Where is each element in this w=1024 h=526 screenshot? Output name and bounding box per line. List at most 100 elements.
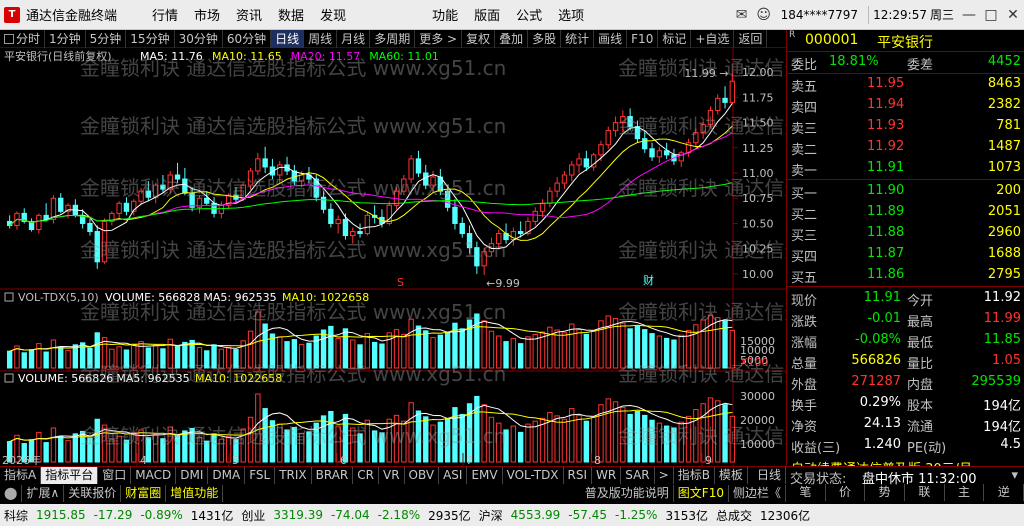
volume-bar xyxy=(649,419,655,463)
indicator-tab-15[interactable]: RSI xyxy=(564,467,593,484)
index-name[interactable]: 创业 xyxy=(237,507,269,524)
indicator-tab-9[interactable]: CR xyxy=(353,467,379,484)
ask-row[interactable]: 卖四 11.94 2382 xyxy=(787,95,1024,116)
indicator-tab-1[interactable]: 指标平台 xyxy=(41,467,99,484)
quick-button-3[interactable]: 联 xyxy=(905,484,945,501)
volume-bar xyxy=(510,337,517,369)
indicator-tab-12[interactable]: ASI xyxy=(439,467,468,484)
chart-canvas[interactable]: 12.00 11.75 11.50 11.25 11.00 10.75 10.50 10.25… xyxy=(0,48,786,466)
mail-icon[interactable]: ✉ xyxy=(731,7,753,23)
volume-bar xyxy=(43,442,49,463)
quick-button-2[interactable]: 势 xyxy=(865,484,906,501)
ext-tab-0[interactable]: 扩展∧ xyxy=(22,484,65,502)
indicator-tab-20[interactable]: 模板 xyxy=(715,467,748,484)
candle xyxy=(729,80,736,103)
toolbar-button-11[interactable]: 复权 xyxy=(462,29,496,48)
bid-row[interactable]: 买三 11.88 2960 xyxy=(787,223,1024,244)
quick-button-1[interactable]: 价 xyxy=(826,484,866,501)
bid-row[interactable]: 买一 11.90 200 xyxy=(787,181,1024,202)
menu-xuanxiang[interactable]: 选项 xyxy=(550,5,592,24)
stat-row: 总量 566826 量比 1.05 xyxy=(787,351,1024,372)
menu-gongshi[interactable]: 公式 xyxy=(508,5,550,24)
menu-shichang[interactable]: 市场 xyxy=(186,5,228,24)
indicator-tab-2[interactable]: 窗口 xyxy=(98,467,132,484)
quick-button-0[interactable]: 笔 xyxy=(786,484,826,501)
close-icon[interactable]: ✕ xyxy=(1002,7,1024,23)
stock-code: 000001 xyxy=(805,32,859,48)
stat-label: 涨跌 xyxy=(791,315,818,330)
toolbar-button-9[interactable]: 多周期 xyxy=(370,29,416,48)
toolbar-button-0[interactable]: 分时 xyxy=(0,29,46,48)
candle xyxy=(415,158,422,174)
toolbar-button-10[interactable]: 更多 > xyxy=(415,29,463,48)
indicator-tab-16[interactable]: WR xyxy=(592,467,622,484)
quick-button-4[interactable]: 主 xyxy=(945,484,985,501)
menu-banmian[interactable]: 版面 xyxy=(466,5,508,24)
index-value: 4553.99 xyxy=(510,508,561,522)
toolbar-button-12[interactable]: 叠加 xyxy=(495,29,529,48)
volume-bar xyxy=(123,349,130,369)
toolbar-button-14[interactable]: 统计 xyxy=(561,29,595,48)
ask-row[interactable]: 卖五 11.95 8463 xyxy=(787,74,1024,95)
toolbar-button-6[interactable]: 日线 xyxy=(271,29,305,48)
toolbar-button-19[interactable]: 返回 xyxy=(734,29,768,48)
indicator-tab-8[interactable]: BRAR xyxy=(312,467,354,484)
bid-row[interactable]: 买四 11.87 1688 xyxy=(787,244,1024,265)
toolbar-button-3[interactable]: 15分钟 xyxy=(126,29,175,48)
ask-row[interactable]: 卖三 11.93 781 xyxy=(787,116,1024,137)
toolbar-button-2[interactable]: 5分钟 xyxy=(86,29,127,48)
user-icon[interactable]: ☺ xyxy=(753,7,775,23)
toolbar-button-1[interactable]: 1分钟 xyxy=(45,29,86,48)
ext-right-link-2[interactable]: 侧边栏《 xyxy=(729,484,786,502)
indicator-tab-13[interactable]: EMV xyxy=(467,467,503,484)
toolbar-button-13[interactable]: 多股 xyxy=(528,29,562,48)
stat-value: 566826 xyxy=(851,353,901,368)
toolbar-button-15[interactable]: 画线 xyxy=(594,29,628,48)
candle xyxy=(320,196,327,210)
bid-row[interactable]: 买五 11.86 2795 xyxy=(787,265,1024,286)
toolbar-button-7[interactable]: 周线 xyxy=(304,29,338,48)
ext-right-link-1[interactable]: 图文F10 xyxy=(674,484,729,502)
menu-hangqing[interactable]: 行情 xyxy=(144,5,186,24)
toolbar-button-16[interactable]: F10 xyxy=(627,29,659,48)
ask-row[interactable]: 卖一 11.91 1073 xyxy=(787,158,1024,179)
bid-row[interactable]: 买二 11.89 2051 xyxy=(787,202,1024,223)
index-name[interactable]: 科综 xyxy=(0,507,32,524)
toolbar-button-18[interactable]: +自选 xyxy=(691,29,735,48)
indicator-tab-6[interactable]: FSL xyxy=(245,467,276,484)
kline-chart[interactable]: 12.00 11.75 11.50 11.25 11.00 10.75 10.50 10.25… xyxy=(0,48,1024,466)
quick-button-5[interactable]: 逆 xyxy=(984,484,1024,501)
menu-shuju[interactable]: 数据 xyxy=(270,5,312,24)
indicator-tab-17[interactable]: SAR xyxy=(621,467,655,484)
indicator-tab-11[interactable]: OBV xyxy=(405,467,440,484)
volume-bar xyxy=(488,416,495,463)
toolbar-button-17[interactable]: 标记 xyxy=(658,29,692,48)
ext-right-link-0[interactable]: 普及版功能说明 xyxy=(581,484,674,502)
menu-gongneng[interactable]: 功能 xyxy=(424,5,466,24)
indicator-tab-4[interactable]: DMI xyxy=(176,467,209,484)
indicator-tab-0[interactable]: 指标A xyxy=(0,467,42,484)
indicator-tab-10[interactable]: VR xyxy=(379,467,405,484)
indicator-tab-18[interactable]: > xyxy=(655,467,674,484)
menu-zixun[interactable]: 资讯 xyxy=(228,5,270,24)
indicator-tab-14[interactable]: VOL-TDX xyxy=(503,467,564,484)
toolbar-button-8[interactable]: 月线 xyxy=(337,29,371,48)
ext-tab-3[interactable]: 增值功能 xyxy=(166,484,224,502)
maximize-icon[interactable]: □ xyxy=(980,7,1002,23)
indicator-tab-3[interactable]: MACD xyxy=(131,467,177,484)
menu-faxian[interactable]: 发现 xyxy=(312,5,354,24)
indicator-tab-7[interactable]: TRIX xyxy=(275,467,312,484)
toolbar-button-4[interactable]: 30分钟 xyxy=(175,29,223,48)
indicator-tab-5[interactable]: DMA xyxy=(208,467,246,484)
user-account[interactable]: 184****7797 xyxy=(775,8,864,22)
toolbar-button-5[interactable]: 60分钟 xyxy=(223,29,272,48)
toggle-icon[interactable]: ⬤ xyxy=(0,484,23,502)
ext-tab-2[interactable]: 财富圈 xyxy=(121,484,167,502)
dropdown-icon[interactable]: ▾ xyxy=(1011,468,1018,483)
index-name[interactable]: 沪深 xyxy=(475,507,507,524)
candle xyxy=(517,231,524,235)
minimize-icon[interactable]: — xyxy=(958,7,980,23)
indicator-tab-19[interactable]: 指标B xyxy=(674,467,715,484)
ext-tab-1[interactable]: 关联报价 xyxy=(64,484,122,502)
ask-row[interactable]: 卖二 11.92 1487 xyxy=(787,137,1024,158)
